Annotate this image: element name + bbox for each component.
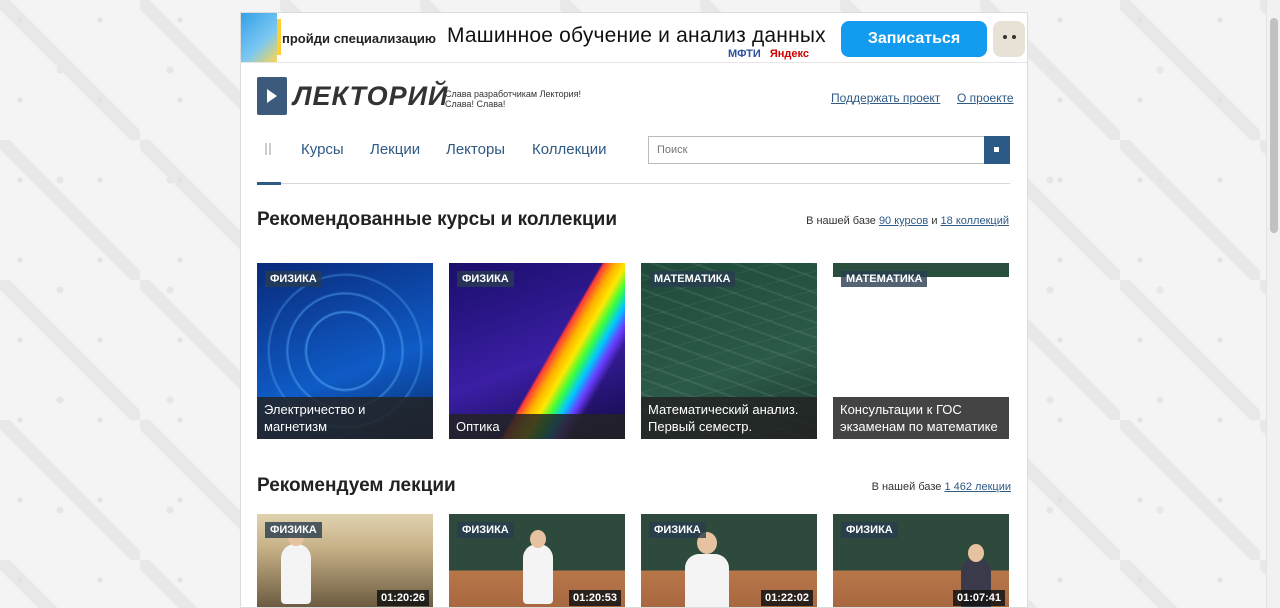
menu-handle-icon[interactable]	[265, 143, 271, 155]
banner-decoration	[241, 13, 277, 62]
course-tag[interactable]: МАТЕМАТИКА	[841, 271, 928, 287]
lecture-tag[interactable]: ФИЗИКА	[649, 522, 706, 538]
course-title[interactable]: Консультации к ГОС экзаменам по математи…	[833, 397, 1009, 439]
lecture-tag[interactable]: ФИЗИКА	[841, 522, 898, 538]
course-card[interactable]: МАТЕМАТИКА Консультации к ГОС экзаменам …	[833, 263, 1009, 439]
enroll-button[interactable]: Записаться	[841, 21, 987, 57]
lectures-count-link[interactable]: 1 462 лекции	[944, 481, 1011, 493]
lecture-duration: 01:07:41	[952, 590, 1005, 606]
lecturer-head	[968, 544, 984, 562]
collections-count-link[interactable]: 18 коллекций	[941, 215, 1009, 227]
support-project-link[interactable]: Поддержать проект	[831, 91, 940, 105]
lectures-section-header: Рекомендуем лекции В нашей базе 1 462 ле…	[241, 451, 1027, 497]
lecture-cards: ФИЗИКА 01:20:26 ФИЗИКА 01:20:53 ФИЗИКА 0…	[257, 514, 1009, 607]
lecturer-figure	[281, 544, 311, 604]
courses-count-link[interactable]: 90 курсов	[879, 215, 928, 227]
course-title[interactable]: Оптика	[449, 414, 625, 439]
tagline: Слава разработчикам Лектория! Слава! Сла…	[445, 89, 581, 109]
nav-collections[interactable]: Коллекции	[532, 141, 607, 158]
course-card[interactable]: ФИЗИКА Электричество и магнетизм	[257, 263, 433, 439]
cat-mascot-icon	[993, 21, 1025, 57]
page-container: пройди специализацию Машинное обучение и…	[240, 12, 1028, 608]
scrollbar-thumb[interactable]	[1270, 18, 1278, 233]
courses-meta-prefix: В нашей базе	[806, 215, 876, 227]
lecture-tag[interactable]: ФИЗИКА	[265, 522, 322, 538]
site-header: ЛЕКТОРИЙ Слава разработчикам Лектория! С…	[241, 63, 1027, 123]
courses-meta-and: и	[931, 215, 938, 227]
course-card[interactable]: МАТЕМАТИКА Математический анализ. Первый…	[641, 263, 817, 439]
course-title[interactable]: Электричество и магнетизм	[257, 397, 433, 439]
course-title[interactable]: Математический анализ. Первый семестр.	[641, 397, 817, 439]
lecture-duration: 01:22:02	[760, 590, 813, 606]
search-button[interactable]	[984, 136, 1010, 164]
nav-lectures[interactable]: Лекции	[370, 141, 420, 158]
course-tag[interactable]: ФИЗИКА	[265, 271, 322, 287]
page-scrollbar[interactable]	[1266, 0, 1280, 608]
search-input[interactable]	[648, 136, 985, 164]
course-card[interactable]: ФИЗИКА Оптика	[449, 263, 625, 439]
course-cards: ФИЗИКА Электричество и магнетизм ФИЗИКА …	[257, 263, 1009, 439]
lecture-card[interactable]: ФИЗИКА 01:07:41	[833, 514, 1009, 607]
lecturer-figure	[685, 554, 729, 607]
lecture-card[interactable]: ФИЗИКА 01:20:26	[257, 514, 433, 607]
lectures-count: В нашей базе 1 462 лекции	[872, 481, 1011, 493]
courses-section-title: Рекомендованные курсы и коллекции	[257, 209, 618, 230]
lecturer-head	[530, 530, 546, 548]
about-project-link[interactable]: О проекте	[957, 91, 1014, 105]
lecture-card[interactable]: ФИЗИКА 01:22:02	[641, 514, 817, 607]
nav-divider	[257, 183, 1010, 184]
lecture-card[interactable]: ФИЗИКА 01:20:53	[449, 514, 625, 607]
main-nav: Курсы Лекции Лекторы Коллекции	[241, 123, 1027, 185]
nav-lecturers[interactable]: Лекторы	[446, 141, 505, 158]
tagline-line-1: Слава разработчикам Лектория!	[445, 89, 582, 99]
site-logo[interactable]: ЛЕКТОРИЙ	[293, 81, 448, 112]
courses-count: В нашей базе 90 курсов и 18 коллекций	[806, 215, 1009, 227]
courses-section-header: Рекомендованные курсы и коллекции В наше…	[241, 185, 1027, 231]
banner-decoration-stripe	[277, 19, 281, 55]
course-tag[interactable]: МАТЕМАТИКА	[649, 271, 736, 287]
mfti-logo: МФТИ	[728, 48, 761, 60]
banner-title: Машинное обучение и анализ данных	[447, 24, 826, 47]
lecture-duration: 01:20:53	[568, 590, 621, 606]
promo-banner[interactable]: пройди специализацию Машинное обучение и…	[241, 13, 1027, 63]
lecture-duration: 01:20:26	[376, 590, 429, 606]
course-tag[interactable]: ФИЗИКА	[457, 271, 514, 287]
lectures-section-title: Рекомендуем лекции	[257, 475, 456, 496]
tagline-line-2: Слава! Слава!	[445, 99, 506, 109]
banner-subtitle: пройди специализацию	[282, 31, 436, 46]
play-book-icon[interactable]	[257, 77, 287, 115]
yandex-logo: Яндекс	[769, 48, 809, 60]
lecturer-figure	[523, 544, 553, 604]
lecture-tag[interactable]: ФИЗИКА	[457, 522, 514, 538]
lectures-meta-prefix: В нашей базе	[871, 481, 942, 493]
nav-courses[interactable]: Курсы	[301, 141, 344, 158]
banner-partner-logos: МФТИ Яндекс	[728, 48, 809, 60]
